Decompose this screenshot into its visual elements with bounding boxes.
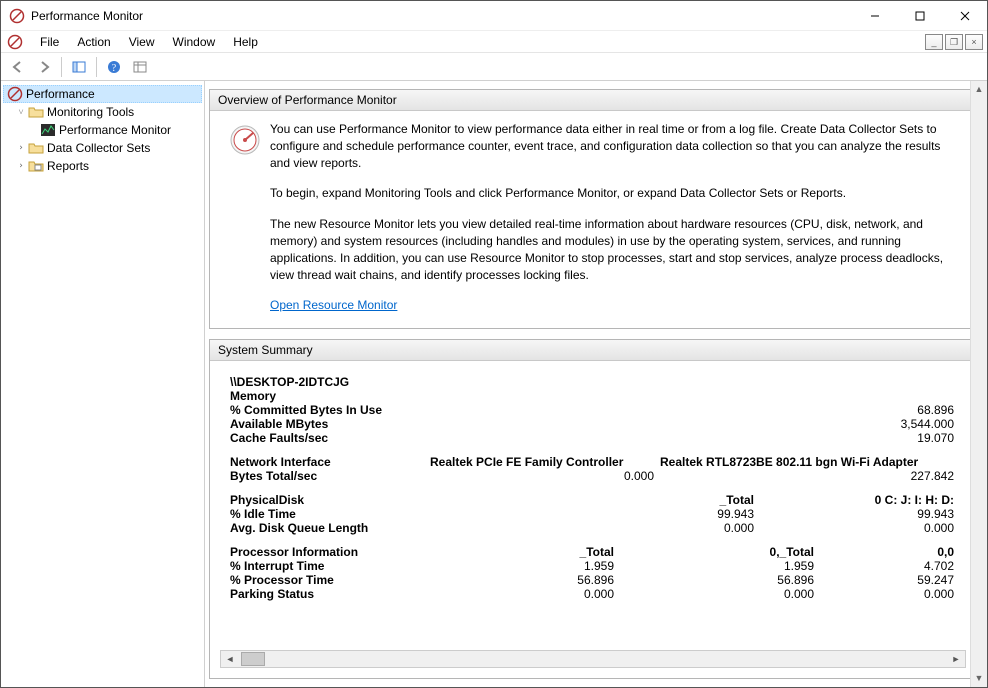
tree-label: Performance [26,87,95,101]
tree-node-performance[interactable]: Performance [3,85,202,103]
system-summary-panel: System Summary \\DESKTOP-2IDTCJG Memory … [209,339,977,679]
scroll-right-icon[interactable]: ► [947,654,965,664]
gauge-icon [228,121,270,314]
navigation-tree: Performance ˅ Monitoring Tools Performan… [1,81,205,687]
table-row: % Interrupt Time1.9591.9594.702 [230,559,960,573]
table-row: Avg. Disk Queue Length0.0000.000 [230,521,960,535]
disk-section-title: PhysicalDisk [230,493,610,507]
table-row: % Committed Bytes In Use68.896 [230,403,960,417]
chart-icon [39,123,57,137]
overview-heading: Overview of Performance Monitor [210,90,976,111]
content-pane: Overview of Performance Monitor You can … [205,81,987,687]
main-area: Performance ˅ Monitoring Tools Performan… [1,81,987,687]
system-summary-data: \\DESKTOP-2IDTCJG Memory % Committed Byt… [220,371,966,650]
menu-bar: File Action View Window Help _ ❐ × [1,31,987,53]
table-row: Available MBytes3,544.000 [230,417,960,431]
minimize-button[interactable] [852,1,897,30]
table-row: Cache Faults/sec19.070 [230,431,960,445]
app-icon-small [7,34,23,50]
expand-icon[interactable]: › [15,143,27,153]
show-hide-tree-button[interactable] [67,55,91,79]
mdi-controls: _ ❐ × [923,34,987,50]
tree-node-performance-monitor[interactable]: Performance Monitor [3,121,202,139]
forward-button[interactable] [32,55,56,79]
memory-section-title: Memory [230,389,810,403]
processor-section-title: Processor Information [230,545,470,559]
svg-text:?: ? [112,63,117,74]
collapse-icon[interactable]: ˅ [15,107,27,118]
performance-icon [6,86,24,102]
tree-label: Reports [47,159,89,173]
help-button[interactable]: ? [102,55,126,79]
table-row: % Idle Time99.94399.943 [230,507,960,521]
app-icon [9,8,25,24]
mdi-close-button[interactable]: × [965,34,983,50]
tree-node-reports[interactable]: › Reports [3,157,202,175]
properties-button[interactable] [128,55,152,79]
open-resource-monitor-link[interactable]: Open Resource Monitor [270,298,397,312]
mdi-restore-button[interactable]: ❐ [945,34,963,50]
menu-view[interactable]: View [120,33,164,51]
reports-icon [27,159,45,173]
title-bar: Performance Monitor [1,1,987,31]
tree-label: Monitoring Tools [47,105,134,119]
overview-paragraph-2: To begin, expand Monitoring Tools and cl… [270,185,958,202]
maximize-button[interactable] [897,1,942,30]
mdi-minimize-button[interactable]: _ [925,34,943,50]
overview-paragraph-1: You can use Performance Monitor to view … [270,121,958,171]
menu-file[interactable]: File [31,33,68,51]
menu-help[interactable]: Help [224,33,267,51]
scroll-down-icon[interactable]: ▼ [971,670,987,687]
close-button[interactable] [942,1,987,30]
back-button[interactable] [6,55,30,79]
window-title: Performance Monitor [31,9,852,23]
menu-action[interactable]: Action [68,33,119,51]
vertical-scrollbar[interactable]: ▲ ▼ [970,81,987,687]
host-name: \\DESKTOP-2IDTCJG [230,375,960,389]
expand-icon[interactable]: › [15,161,27,171]
toolbar: ? [1,53,987,81]
overview-paragraph-3: The new Resource Monitor lets you view d… [270,216,958,283]
folder-icon [27,141,45,155]
folder-icon [27,105,45,119]
table-row: Bytes Total/sec 0.000 227.842 [230,469,960,483]
scroll-thumb[interactable] [241,652,265,666]
network-section-title: Network Interface [230,455,430,469]
menu-window[interactable]: Window [164,33,225,51]
tree-node-monitoring-tools[interactable]: ˅ Monitoring Tools [3,103,202,121]
tree-label: Performance Monitor [59,123,171,137]
scroll-up-icon[interactable]: ▲ [971,81,987,98]
tree-label: Data Collector Sets [47,141,150,155]
tree-node-data-collector-sets[interactable]: › Data Collector Sets [3,139,202,157]
table-row: % Processor Time56.89656.89659.247 [230,573,960,587]
scroll-left-icon[interactable]: ◄ [221,654,239,664]
table-row: Parking Status0.0000.0000.000 [230,587,960,601]
overview-panel: Overview of Performance Monitor You can … [209,89,977,329]
system-summary-heading: System Summary [210,340,976,361]
horizontal-scrollbar[interactable]: ◄ ► [220,650,966,668]
